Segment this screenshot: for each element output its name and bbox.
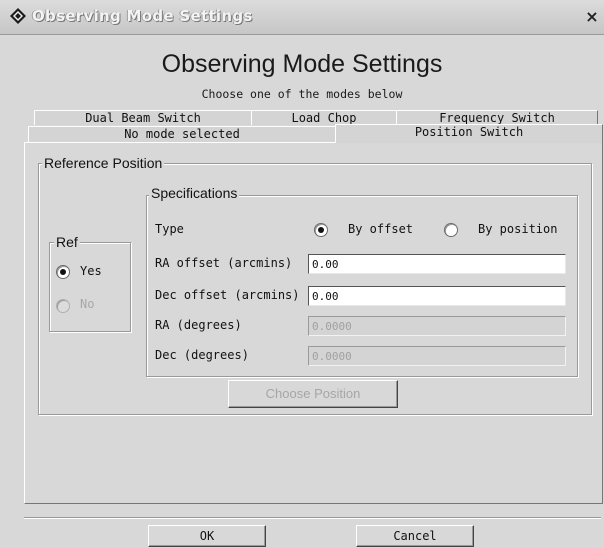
ref-yes-label: Yes	[80, 264, 102, 278]
close-icon[interactable]: ×	[584, 8, 600, 26]
ref-no-label: No	[80, 297, 95, 311]
by-offset-radio[interactable]	[314, 223, 328, 237]
ref-no-radio[interactable]	[56, 299, 70, 313]
by-position-label: By position	[478, 222, 558, 236]
by-position-radio[interactable]	[444, 223, 458, 237]
dec-offset-label: Dec offset (arcmins)	[155, 288, 300, 302]
ok-button[interactable]: OK	[148, 525, 266, 547]
ra-degrees-input[interactable]: 0.0000	[308, 316, 566, 336]
tab-load-chop[interactable]: Load Chop	[251, 110, 397, 125]
ra-offset-input[interactable]: 0.00	[308, 254, 566, 274]
dec-offset-input[interactable]: 0.00	[308, 286, 566, 306]
tab-dual-beam-switch[interactable]: Dual Beam Switch	[34, 110, 252, 125]
window-title: Observing Mode Settings	[32, 7, 253, 25]
diamond-app-icon	[10, 8, 26, 24]
ref-legend: Ref	[54, 234, 80, 250]
page-title: Observing Mode Settings	[161, 50, 443, 78]
tab-position-switch[interactable]: Position Switch	[335, 124, 603, 143]
ra-offset-label: RA offset (arcmins)	[155, 256, 293, 270]
ra-degrees-label: RA (degrees)	[155, 318, 242, 332]
ref-group	[49, 242, 131, 332]
reference-position-legend: Reference Position	[42, 155, 165, 171]
dec-degrees-label: Dec (degrees)	[155, 348, 249, 362]
page-subtitle: Choose one of the modes below	[201, 87, 403, 101]
cancel-button[interactable]: Cancel	[356, 525, 474, 547]
tab-no-mode-selected[interactable]: No mode selected	[28, 126, 336, 143]
specifications-legend: Specifications	[149, 185, 240, 201]
dec-degrees-input[interactable]: 0.0000	[308, 346, 566, 366]
choose-position-button[interactable]: Choose Position	[228, 380, 398, 408]
tab-frequency-switch[interactable]: Frequency Switch	[396, 110, 598, 125]
footer-separator	[24, 517, 601, 519]
by-offset-label: By offset	[348, 222, 414, 236]
type-label: Type	[155, 222, 184, 236]
ref-yes-radio[interactable]	[56, 265, 70, 279]
